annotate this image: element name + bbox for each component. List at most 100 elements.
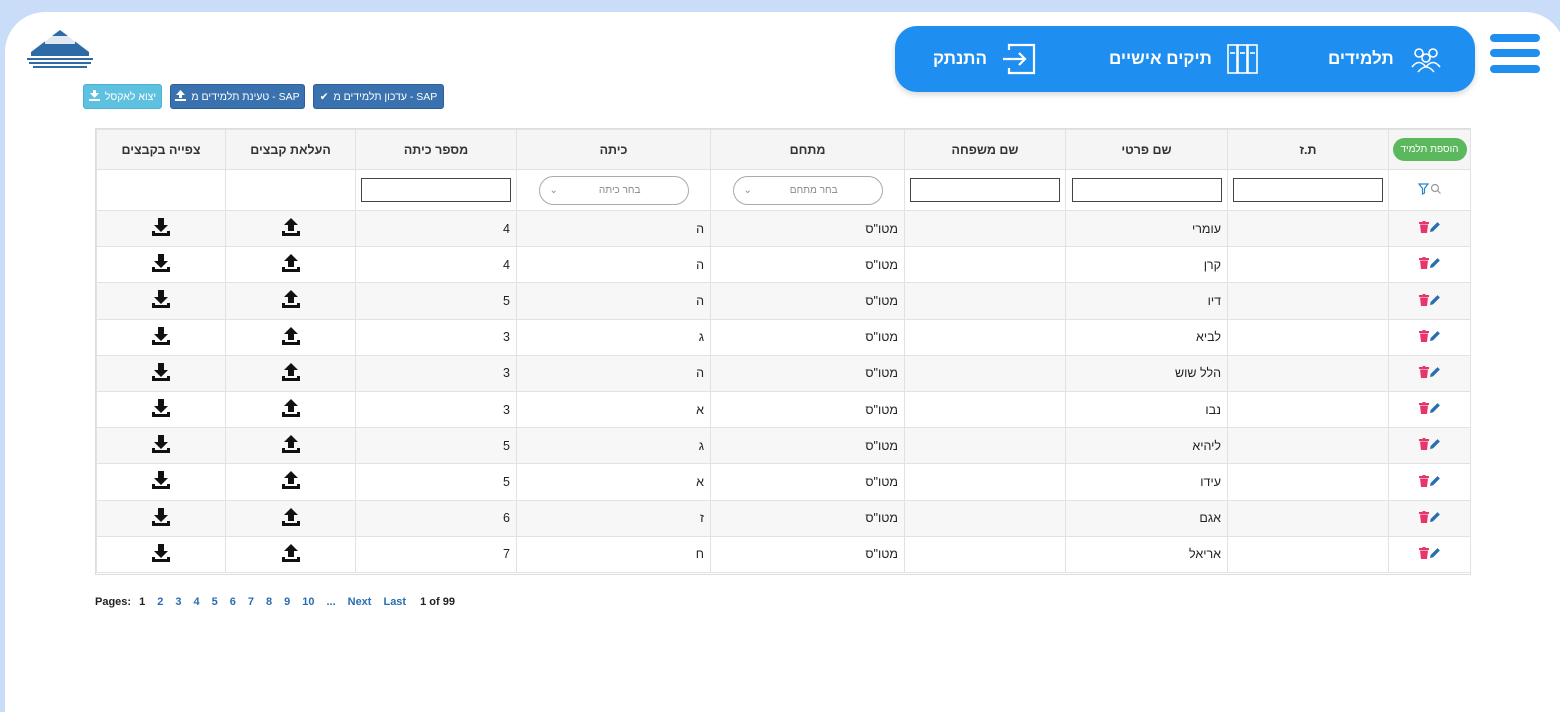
cell-id xyxy=(1227,499,1389,537)
grade-select-placeholder: בחר כיתה xyxy=(598,184,641,196)
add-student-button[interactable]: הוספת תלמיד xyxy=(1392,138,1467,161)
table-row: 5 א מטו"ס עידו xyxy=(96,463,1471,501)
col-header-view[interactable]: צפייה בקבצים xyxy=(96,129,226,170)
pager-page-link[interactable]: 9 xyxy=(284,596,290,608)
pager-page-link[interactable]: 3 xyxy=(175,596,181,608)
students-icon xyxy=(1408,45,1444,73)
upload-icon[interactable] xyxy=(281,253,301,276)
upload-icon[interactable] xyxy=(281,507,301,530)
download-icon[interactable] xyxy=(151,253,171,276)
pencil-icon[interactable] xyxy=(1429,547,1441,562)
upload-icon[interactable] xyxy=(281,434,301,457)
cell-campus: מטו"ס xyxy=(710,354,905,392)
col-header-upload[interactable]: העלאת קבצים xyxy=(225,129,356,170)
pencil-icon[interactable] xyxy=(1429,402,1441,417)
trash-icon[interactable] xyxy=(1418,293,1429,309)
upload-icon[interactable] xyxy=(281,470,301,493)
col-header-class-num[interactable]: מספר כיתה xyxy=(355,129,517,170)
pager-page-link[interactable]: 5 xyxy=(212,596,218,608)
nav-logout[interactable]: התנתק xyxy=(933,26,1037,92)
cell-class-num: 3 xyxy=(355,354,517,392)
cell-grade: ג xyxy=(516,318,711,356)
pencil-icon[interactable] xyxy=(1429,475,1441,490)
pager-last[interactable]: Last xyxy=(383,596,406,608)
cell-last-name xyxy=(904,354,1066,392)
download-icon[interactable] xyxy=(151,470,171,493)
pager-page-link[interactable]: 2 xyxy=(157,596,163,608)
excel-export-label: יצוא לאקסל xyxy=(104,90,157,103)
filter-search-icon[interactable] xyxy=(1417,182,1442,199)
pencil-icon[interactable] xyxy=(1429,511,1441,526)
nav-personal-files[interactable]: תיקים אישיים xyxy=(1109,26,1260,92)
pencil-icon[interactable] xyxy=(1429,366,1441,381)
col-header-first-name[interactable]: שם פרטי xyxy=(1065,129,1228,170)
download-icon[interactable] xyxy=(151,289,171,312)
col-header-campus[interactable]: מתחם xyxy=(710,129,905,170)
nav-students[interactable]: תלמידים xyxy=(1328,26,1444,92)
upload-icon[interactable] xyxy=(281,217,301,240)
trash-icon[interactable] xyxy=(1418,329,1429,345)
upload-icon[interactable] xyxy=(281,398,301,421)
upload-icon[interactable] xyxy=(281,543,301,566)
cell-last-name xyxy=(904,427,1066,465)
pencil-icon[interactable] xyxy=(1429,330,1441,345)
download-icon[interactable] xyxy=(151,217,171,240)
nav-students-label: תלמידים xyxy=(1328,49,1394,68)
pencil-icon[interactable] xyxy=(1429,294,1441,309)
top-navbar: תלמידים תיקים אישיים התנתק xyxy=(895,26,1475,92)
cell-grade: ח xyxy=(516,535,711,573)
download-icon[interactable] xyxy=(151,362,171,385)
pager-label: Pages: xyxy=(95,596,132,608)
pencil-icon[interactable] xyxy=(1429,438,1441,453)
pencil-icon[interactable] xyxy=(1429,221,1441,236)
download-icon[interactable] xyxy=(151,507,171,530)
pager-page-link[interactable]: 8 xyxy=(266,596,272,608)
col-header-grade[interactable]: כיתה xyxy=(516,129,711,170)
cell-id xyxy=(1227,427,1389,465)
cell-campus: מטו"ס xyxy=(710,390,905,429)
pager-page-link[interactable]: 6 xyxy=(230,596,236,608)
cell-id xyxy=(1227,354,1389,392)
filter-class-num-input[interactable] xyxy=(361,178,511,202)
pager-page-link[interactable]: 7 xyxy=(248,596,254,608)
download-icon[interactable] xyxy=(151,543,171,566)
trash-icon[interactable] xyxy=(1418,510,1429,526)
cell-campus: מטו"ס xyxy=(710,209,905,248)
trash-icon[interactable] xyxy=(1418,402,1429,417)
upload-icon[interactable] xyxy=(281,326,301,349)
trash-icon[interactable] xyxy=(1418,438,1429,453)
upload-icon[interactable] xyxy=(281,362,301,385)
pager-page-link[interactable]: ... xyxy=(326,596,335,608)
filter-first-name-input[interactable] xyxy=(1071,178,1222,202)
table-row: 3 ג מטו"ס לביא xyxy=(96,318,1471,356)
col-header-last-name[interactable]: שם משפחה xyxy=(904,129,1066,170)
cell-campus: מטו"ס xyxy=(710,318,905,356)
filter-grade-select[interactable]: ⌄ בחר כיתה xyxy=(538,175,689,205)
cell-first-name: לביא xyxy=(1065,318,1228,356)
pager-page-link[interactable]: 4 xyxy=(193,596,199,608)
trash-icon[interactable] xyxy=(1418,365,1429,381)
pager-next[interactable]: Next xyxy=(348,596,372,608)
download-icon[interactable] xyxy=(151,326,171,349)
table-row: 4 ה מטו"ס קרן xyxy=(96,246,1471,284)
filter-last-name-input[interactable] xyxy=(910,178,1060,202)
upload-icon[interactable] xyxy=(281,289,301,312)
filter-campus-select[interactable]: ⌄ בחר מתחם xyxy=(732,175,883,205)
excel-export-button[interactable]: יצוא לאקסל xyxy=(83,84,162,109)
download-icon[interactable] xyxy=(151,434,171,457)
pager-page-link[interactable]: 10 xyxy=(302,596,314,608)
col-header-id[interactable]: ת.ז xyxy=(1227,129,1389,170)
hamburger-menu-icon[interactable] xyxy=(1490,32,1542,76)
cell-grade: ז xyxy=(516,499,711,537)
trash-icon[interactable] xyxy=(1418,546,1429,562)
filter-id-input[interactable] xyxy=(1233,178,1383,202)
sap-update-button[interactable]: ✔ SAP - עדכון תלמידים מ xyxy=(313,84,444,109)
trash-icon[interactable] xyxy=(1418,474,1429,490)
pencil-icon[interactable] xyxy=(1429,257,1441,272)
trash-icon[interactable] xyxy=(1418,221,1429,236)
cell-grade: ג xyxy=(516,427,711,465)
cell-first-name: הלל שוש xyxy=(1065,354,1228,392)
trash-icon[interactable] xyxy=(1418,257,1429,272)
sap-load-button[interactable]: SAP - טעינת תלמידים מ xyxy=(170,84,305,109)
download-icon[interactable] xyxy=(151,398,171,421)
